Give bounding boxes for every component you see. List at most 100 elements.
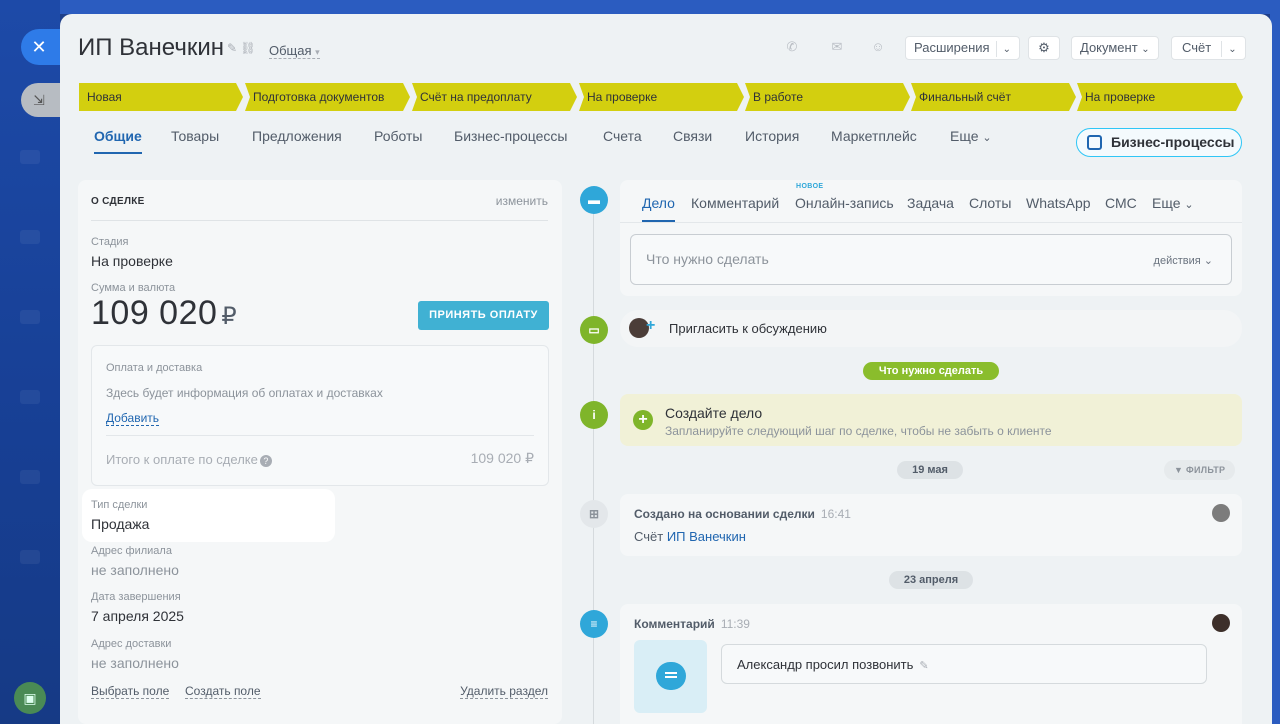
created-from-deal-card: Создано на основании сделки 16:41 Счёт ИП… — [620, 494, 1242, 556]
comment-card: Комментарий 11:39 Александр просил позвон… — [620, 604, 1242, 724]
tab-products[interactable]: Товары — [171, 128, 219, 144]
editor-tab-todo[interactable]: Дело — [642, 195, 675, 222]
editor-tab-whatsapp[interactable]: WhatsApp — [1026, 195, 1091, 211]
tab-marketplace[interactable]: Маркетплейс — [831, 128, 917, 144]
stage-item[interactable]: Счёт на предоплату — [412, 83, 577, 111]
mail-icon[interactable]: ✉ — [822, 36, 852, 58]
editor-tab-sms[interactable]: СМС — [1105, 195, 1137, 211]
edit-link-icons[interactable]: ✎ ⛓ — [227, 41, 256, 55]
amount-value[interactable]: 109 020 ₽ — [91, 294, 237, 333]
stage-item[interactable]: Подготовка документов — [245, 83, 410, 111]
card-title: Комментарий 11:39 — [634, 617, 750, 631]
payment-info-text: Здесь будет информация об оплатах и дост… — [106, 386, 383, 400]
tab-general[interactable]: Общие — [94, 128, 142, 154]
stage-value[interactable]: На проверке — [91, 253, 173, 269]
total-label: Итого к оплате по сделке? — [106, 452, 272, 467]
chat-icon[interactable]: ☺ — [863, 36, 893, 58]
payment-delivery-box: Оплата и доставка Здесь будет информация… — [91, 345, 549, 486]
bg-menu-item — [20, 550, 40, 564]
close-date-value[interactable]: 7 апреля 2025 — [91, 608, 184, 624]
stage-item[interactable]: Финальный счёт — [911, 83, 1076, 111]
total-value: 109 020 ₽ — [470, 450, 534, 466]
stage-item[interactable]: В работе — [745, 83, 910, 111]
editor-tab-more[interactable]: Еще ⌄ — [1152, 195, 1194, 211]
tab-more[interactable]: Еще ⌄ — [950, 128, 992, 144]
divider — [620, 222, 1242, 223]
help-icon[interactable]: ? — [259, 454, 272, 467]
tab-links[interactable]: Связи — [673, 128, 712, 144]
category-selector[interactable]: Общая ▾ — [269, 43, 320, 59]
create-activity-title: Создайте дело — [665, 405, 763, 421]
new-badge: НОВОЕ — [796, 183, 824, 190]
comment-text[interactable]: Александр просил позвонить ✎ — [721, 644, 1207, 684]
section-title: О СДЕЛКЕ — [91, 196, 145, 207]
filter-icon: ▼ — [1174, 465, 1184, 475]
deal-link[interactable]: ИП Ванечкин — [667, 529, 746, 544]
invite-to-discussion[interactable]: + Пригласить к обсуждению — [620, 310, 1242, 347]
tab-invoices[interactable]: Счета — [603, 128, 642, 144]
select-field-link[interactable]: Выбрать поле — [91, 684, 170, 699]
filter-button[interactable]: ▼ ФИЛЬТР — [1164, 460, 1236, 480]
bg-menu-item — [20, 390, 40, 404]
extensions-button[interactable]: Расширения ⌄ — [905, 36, 1020, 60]
bg-menu-item — [20, 310, 40, 324]
invoice-button[interactable]: Счёт ⌄ — [1171, 36, 1246, 60]
settings-icon[interactable]: ⚙ — [1028, 36, 1060, 60]
document-button[interactable]: Документ ⌄ — [1071, 36, 1159, 60]
todo-section-pill: Что нужно сделать — [863, 362, 999, 380]
delivery-address-value[interactable]: не заполнено — [91, 655, 179, 671]
activity-editor: Дело Комментарий НОВОЕ Онлайн-запись Зад… — [620, 180, 1242, 296]
tab-offers[interactable]: Предложения — [252, 128, 342, 144]
stage-progress-bar: Новая Подготовка документов Счёт на пред… — [79, 83, 1243, 111]
actions-dropdown[interactable]: действия ⌄ — [1154, 254, 1213, 267]
comment-icon: ≡ — [580, 610, 608, 638]
chevron-down-icon: ⌄ — [1002, 44, 1011, 55]
chevron-down-icon: ⌄ — [1228, 44, 1237, 55]
minimize-icon[interactable]: ⇲ — [21, 83, 63, 117]
editor-tab-comment[interactable]: Комментарий — [691, 195, 779, 211]
create-activity-card[interactable]: + Создайте дело Запланируйте следующий ш… — [620, 394, 1242, 446]
bg-menu-item — [20, 150, 40, 164]
create-field-link[interactable]: Создать поле — [185, 684, 261, 699]
stage-label: Стадия — [91, 236, 129, 248]
plus-icon[interactable]: + — [633, 410, 653, 430]
editor-tab-task[interactable]: Задача — [907, 195, 954, 211]
tab-robots[interactable]: Роботы — [374, 128, 422, 144]
phone-icon[interactable]: ✆ — [777, 36, 807, 58]
close-icon[interactable]: ✕ — [21, 29, 63, 65]
delete-section-link[interactable]: Удалить раздел — [460, 684, 548, 699]
tab-business-processes[interactable]: Бизнес-процессы — [454, 128, 567, 144]
deal-title: ИП Ванечкин — [78, 34, 224, 61]
edit-section-link[interactable]: изменить — [496, 194, 548, 208]
business-process-icon — [1087, 135, 1102, 150]
todo-input[interactable]: Что нужно сделать действия ⌄ — [630, 234, 1232, 285]
accept-payment-button[interactable]: ПРИНЯТЬ ОПЛАТУ — [418, 301, 549, 330]
card-body: Счёт ИП Ванечкин — [634, 529, 746, 544]
timeline-line — [593, 200, 594, 724]
chevron-down-icon: ▾ — [315, 47, 320, 57]
activity-icon: ▬ — [580, 186, 608, 214]
editor-tab-booking[interactable]: Онлайн-запись — [795, 195, 894, 211]
divider — [106, 435, 534, 436]
stage-item[interactable]: На проверке — [1077, 83, 1243, 111]
business-processes-button[interactable]: Бизнес-процессы — [1076, 128, 1242, 157]
add-payment-link[interactable]: Добавить — [106, 411, 160, 426]
chevron-down-icon: ⌄ — [1141, 44, 1150, 55]
tab-history[interactable]: История — [745, 128, 799, 144]
deal-type-value: Продажа — [91, 516, 150, 532]
avatar[interactable] — [1212, 614, 1230, 632]
printer-icon[interactable]: ▣ — [14, 682, 46, 714]
divider — [91, 220, 548, 221]
info-icon: i — [580, 401, 608, 429]
stage-item[interactable]: Новая — [79, 83, 243, 111]
deal-slider-panel: ИП Ванечкин ✎ ⛓ Общая ▾ ✆ ✉ ☺ Расширения… — [60, 14, 1272, 724]
avatar[interactable] — [1212, 504, 1230, 522]
stage-item[interactable]: На проверке — [579, 83, 744, 111]
bg-menu-item — [20, 230, 40, 244]
branch-address-value[interactable]: не заполнено — [91, 562, 179, 578]
card-title: Создано на основании сделки 16:41 — [634, 507, 851, 521]
editor-tab-slots[interactable]: Слоты — [969, 195, 1011, 211]
chat-bubble-icon — [656, 662, 686, 690]
deal-type-field[interactable]: Тип сделки Продажа — [82, 489, 335, 542]
pencil-icon[interactable]: ✎ — [919, 660, 928, 672]
